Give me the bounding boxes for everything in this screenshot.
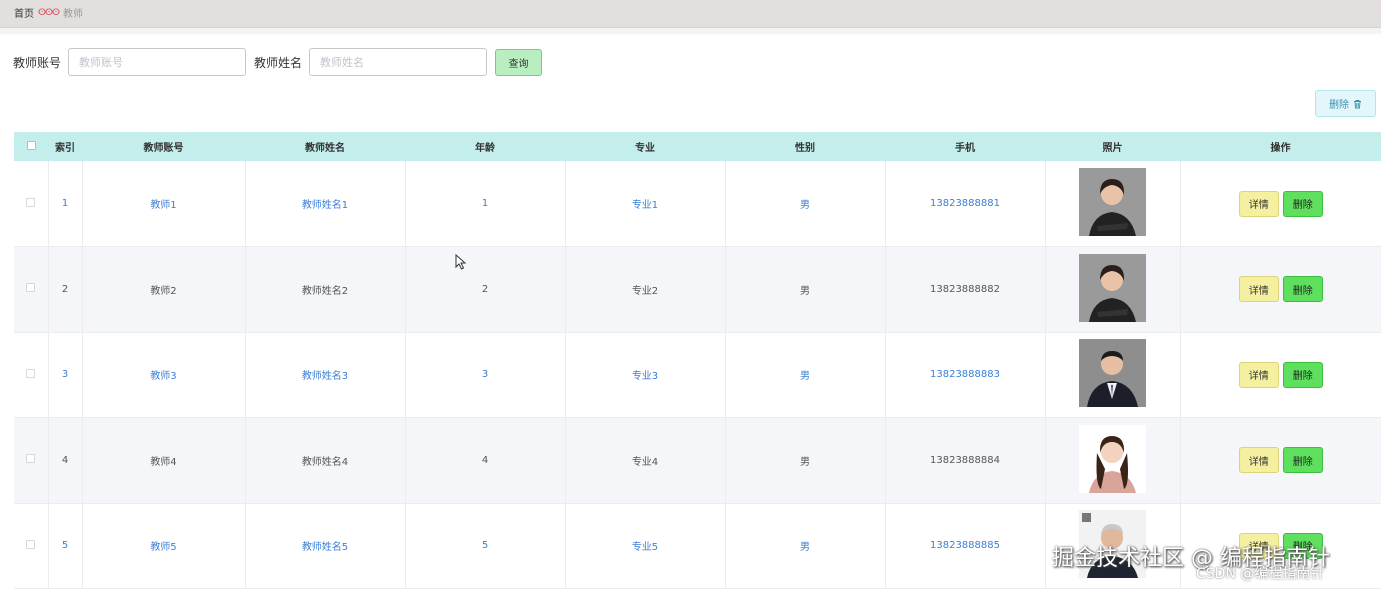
breadcrumb-home[interactable]: 首页 bbox=[14, 5, 34, 20]
name-label: 教师姓名 bbox=[254, 55, 303, 70]
detail-button[interactable]: 详情 bbox=[1238, 447, 1279, 474]
breadcrumb-current: 教师 bbox=[62, 9, 83, 20]
row-checkbox[interactable] bbox=[26, 197, 36, 207]
header-account: 教师账号 bbox=[143, 143, 184, 154]
cell-age: 1 bbox=[405, 161, 566, 247]
cell-phone: 13823888882 bbox=[885, 246, 1046, 333]
detail-button[interactable]: 详情 bbox=[1238, 190, 1279, 217]
detail-button[interactable]: 详情 bbox=[1238, 361, 1279, 388]
header-name: 教师姓名 bbox=[305, 143, 345, 154]
row-checkbox[interactable] bbox=[26, 283, 36, 293]
cell-age: 4 bbox=[405, 417, 566, 504]
cell-major: 专业3 bbox=[565, 332, 726, 418]
top-bar: 首页 ⵙⵙⵙ 教师 bbox=[0, 0, 1381, 28]
name-search-input[interactable] bbox=[309, 48, 488, 76]
select-all-cell bbox=[14, 132, 48, 161]
cell-major: 专业1 bbox=[565, 161, 726, 247]
delete-button[interactable]: 删除 bbox=[1282, 190, 1323, 217]
bulk-delete-label: 删除 bbox=[1329, 100, 1349, 111]
cell-index: 1 bbox=[48, 161, 83, 247]
cell-account: 教师3 bbox=[82, 332, 246, 418]
breadcrumb: 首页 ⵙⵙⵙ 教师 bbox=[14, 5, 83, 21]
cell-gender: 男 bbox=[725, 161, 886, 247]
account-search-input[interactable] bbox=[68, 48, 247, 76]
table-row: 4 教师4 教师姓名4 4 专业4 男 13823888884 详情 删除 bbox=[14, 417, 1381, 504]
query-button[interactable]: 查询 bbox=[495, 48, 543, 76]
header-photo: 照片 bbox=[1102, 143, 1123, 154]
delete-button[interactable]: 删除 bbox=[1282, 276, 1323, 303]
cell-gender: 男 bbox=[725, 332, 886, 418]
bulk-delete-button[interactable]: 删除 bbox=[1315, 90, 1376, 117]
cell-account: 教师5 bbox=[82, 503, 246, 589]
teacher-photo bbox=[1079, 424, 1146, 493]
table-header-row: 索引 教师账号 教师姓名 年龄 专业 性别 手机 照片 操作 bbox=[14, 132, 1381, 161]
cell-phone: 13823888885 bbox=[885, 503, 1046, 589]
teacher-photo bbox=[1079, 339, 1146, 408]
cell-major: 专业2 bbox=[565, 246, 726, 333]
cell-index: 3 bbox=[48, 332, 83, 418]
mouse-cursor-icon bbox=[455, 254, 467, 270]
row-checkbox[interactable] bbox=[26, 539, 36, 549]
cell-account: 教师1 bbox=[82, 161, 246, 247]
cell-phone: 13823888884 bbox=[885, 417, 1046, 504]
cell-index: 2 bbox=[48, 246, 83, 333]
header-phone: 手机 bbox=[955, 143, 975, 154]
cell-name: 教师姓名1 bbox=[245, 161, 406, 247]
cell-name: 教师姓名3 bbox=[245, 332, 406, 418]
delete-button[interactable]: 删除 bbox=[1282, 447, 1323, 474]
select-all-checkbox[interactable] bbox=[26, 140, 36, 150]
cell-gender: 男 bbox=[725, 503, 886, 589]
header-major: 专业 bbox=[635, 143, 655, 154]
cell-name: 教师姓名4 bbox=[245, 417, 406, 504]
cell-phone: 13823888881 bbox=[885, 161, 1046, 247]
row-checkbox[interactable] bbox=[26, 454, 36, 464]
cell-major: 专业4 bbox=[565, 417, 726, 504]
cell-gender: 男 bbox=[725, 417, 886, 504]
table-row: 3 教师3 教师姓名3 3 专业3 男 13823888883 详情 删除 bbox=[14, 332, 1381, 418]
cell-gender: 男 bbox=[725, 246, 886, 333]
header-index[interactable]: 索引 bbox=[48, 132, 82, 161]
cell-account: 教师4 bbox=[82, 417, 246, 504]
delete-button[interactable]: 删除 bbox=[1282, 361, 1323, 388]
cell-index: 4 bbox=[48, 417, 83, 504]
teacher-photo bbox=[1079, 253, 1146, 322]
cell-age: 5 bbox=[405, 503, 566, 589]
breadcrumb-separator-icon: ⵙⵙⵙ bbox=[38, 7, 60, 18]
cell-age: 2 bbox=[405, 246, 566, 333]
cell-index: 5 bbox=[48, 503, 83, 589]
detail-button[interactable]: 详情 bbox=[1238, 276, 1279, 303]
teacher-photo bbox=[1079, 168, 1146, 236]
table-row: 2 教师2 教师姓名2 2 专业2 男 13823888882 详情 删除 bbox=[14, 246, 1381, 333]
cell-phone: 13823888883 bbox=[885, 332, 1046, 418]
trash-icon bbox=[1354, 99, 1361, 108]
row-checkbox[interactable] bbox=[26, 368, 36, 378]
cell-name: 教师姓名5 bbox=[245, 503, 406, 589]
cell-age: 3 bbox=[405, 332, 566, 418]
table-row: 1 教师1 教师姓名1 1 专业1 男 13823888881 详情 删除 bbox=[14, 161, 1381, 247]
header-gender: 性别 bbox=[795, 143, 815, 154]
cell-account: 教师2 bbox=[82, 246, 246, 333]
teacher-table: 索引 教师账号 教师姓名 年龄 专业 性别 手机 照片 操作 1 教师1 教师姓… bbox=[14, 132, 1381, 589]
search-form: 教师账号 教师姓名 查询 bbox=[13, 48, 543, 76]
header-age: 年龄 bbox=[475, 143, 495, 154]
header-actions: 操作 bbox=[1270, 143, 1291, 154]
cell-name: 教师姓名2 bbox=[245, 246, 406, 333]
watermark-sub: CSDN @编程指南针 bbox=[1196, 566, 1325, 582]
account-label: 教师账号 bbox=[13, 55, 62, 70]
cell-major: 专业5 bbox=[565, 503, 726, 589]
header-strip bbox=[0, 28, 1381, 34]
